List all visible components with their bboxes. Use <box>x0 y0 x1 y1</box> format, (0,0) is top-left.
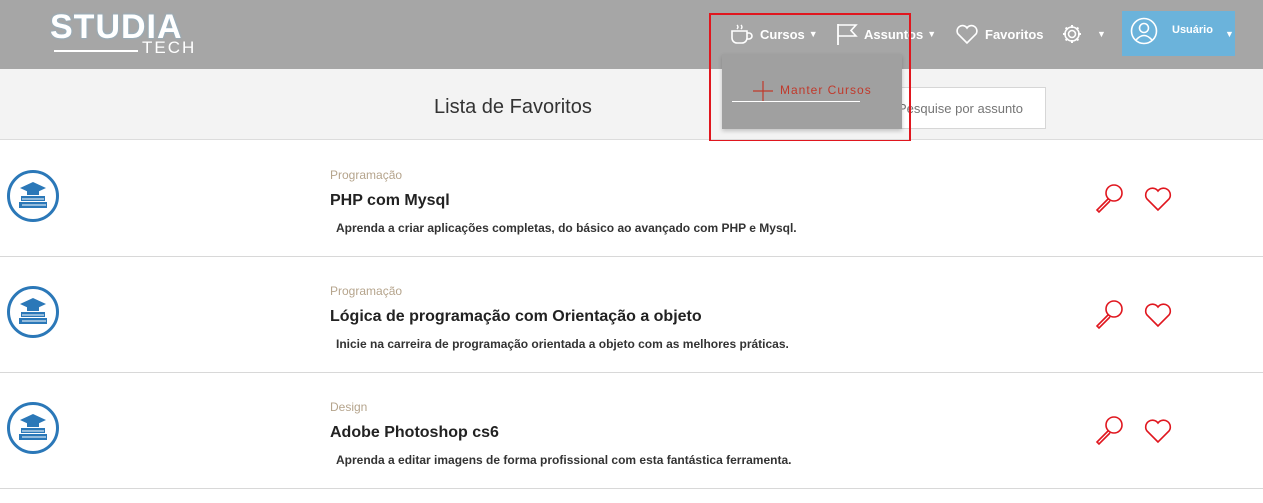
course-category: Programação <box>330 284 403 298</box>
course-description: Aprenda a editar imagens de forma profis… <box>336 453 792 467</box>
nav-cursos[interactable]: Cursos ▼ <box>730 20 818 48</box>
coffee-cup-icon <box>730 23 754 45</box>
course-title[interactable]: Lógica de programação com Orientação a o… <box>330 308 702 326</box>
course-category: Design <box>330 400 368 414</box>
settings-menu[interactable]: ▼ <box>1061 20 1106 48</box>
course-description: Aprenda a criar aplicações completas, do… <box>336 221 797 235</box>
course-title[interactable]: Adobe Photoshop cs6 <box>330 424 499 442</box>
top-navbar: STUDIA TECH Cursos ▼ Assuntos ▼ Favorito… <box>0 0 1263 69</box>
brand-logo[interactable]: STUDIA TECH <box>50 8 200 60</box>
user-circle-icon <box>1130 17 1158 50</box>
page-title: Lista de Favoritos <box>434 96 592 118</box>
chevron-down-icon: ▼ <box>1097 29 1106 39</box>
nav-favoritos[interactable]: Favoritos <box>955 20 1044 48</box>
list-item: Programação PHP com Mysql Aprenda a cria… <box>0 141 1263 257</box>
user-menu-button[interactable]: Usuário ▼ <box>1122 11 1235 56</box>
menu-divider <box>732 101 860 102</box>
magnifier-icon[interactable] <box>1094 298 1126 330</box>
graduation-book-icon <box>6 285 60 339</box>
heart-icon[interactable] <box>1143 301 1173 329</box>
magnifier-icon[interactable] <box>1094 182 1126 214</box>
course-category: Programação <box>330 168 403 182</box>
heart-icon[interactable] <box>1143 185 1173 213</box>
menu-item-manter-cursos[interactable]: Manter Cursos <box>732 76 888 102</box>
course-description: Inicie na carreira de programação orient… <box>336 337 789 351</box>
cursos-dropdown-menu: Manter Cursos <box>722 54 902 129</box>
user-menu-label: Usuário <box>1172 23 1213 36</box>
graduation-book-icon <box>6 401 60 455</box>
magnifier-icon[interactable] <box>1094 414 1126 446</box>
logo-text-bottom: TECH <box>142 38 197 57</box>
course-title[interactable]: PHP com Mysql <box>330 192 450 210</box>
chevron-down-icon: ▼ <box>1224 28 1234 39</box>
nav-assuntos[interactable]: Assuntos ▼ <box>836 20 936 48</box>
list-item: Programação Lógica de programação com Or… <box>0 257 1263 373</box>
nav-cursos-label: Cursos <box>760 26 805 42</box>
nav-favoritos-label: Favoritos <box>985 26 1044 42</box>
flag-icon <box>836 22 858 46</box>
gear-icon <box>1061 23 1083 45</box>
heart-icon <box>955 23 979 45</box>
search-input[interactable] <box>885 87 1046 129</box>
plus-icon <box>752 80 774 107</box>
heart-icon[interactable] <box>1143 417 1173 445</box>
menu-item-label: Manter Cursos <box>780 83 872 97</box>
graduation-book-icon <box>6 169 60 223</box>
nav-assuntos-label: Assuntos <box>864 26 924 42</box>
logo-underline <box>54 50 138 52</box>
chevron-down-icon: ▼ <box>927 29 937 39</box>
list-item: Design Adobe Photoshop cs6 Aprenda a edi… <box>0 373 1263 489</box>
chevron-down-icon: ▼ <box>808 29 818 39</box>
page-header: Lista de Favoritos <box>0 69 1263 140</box>
